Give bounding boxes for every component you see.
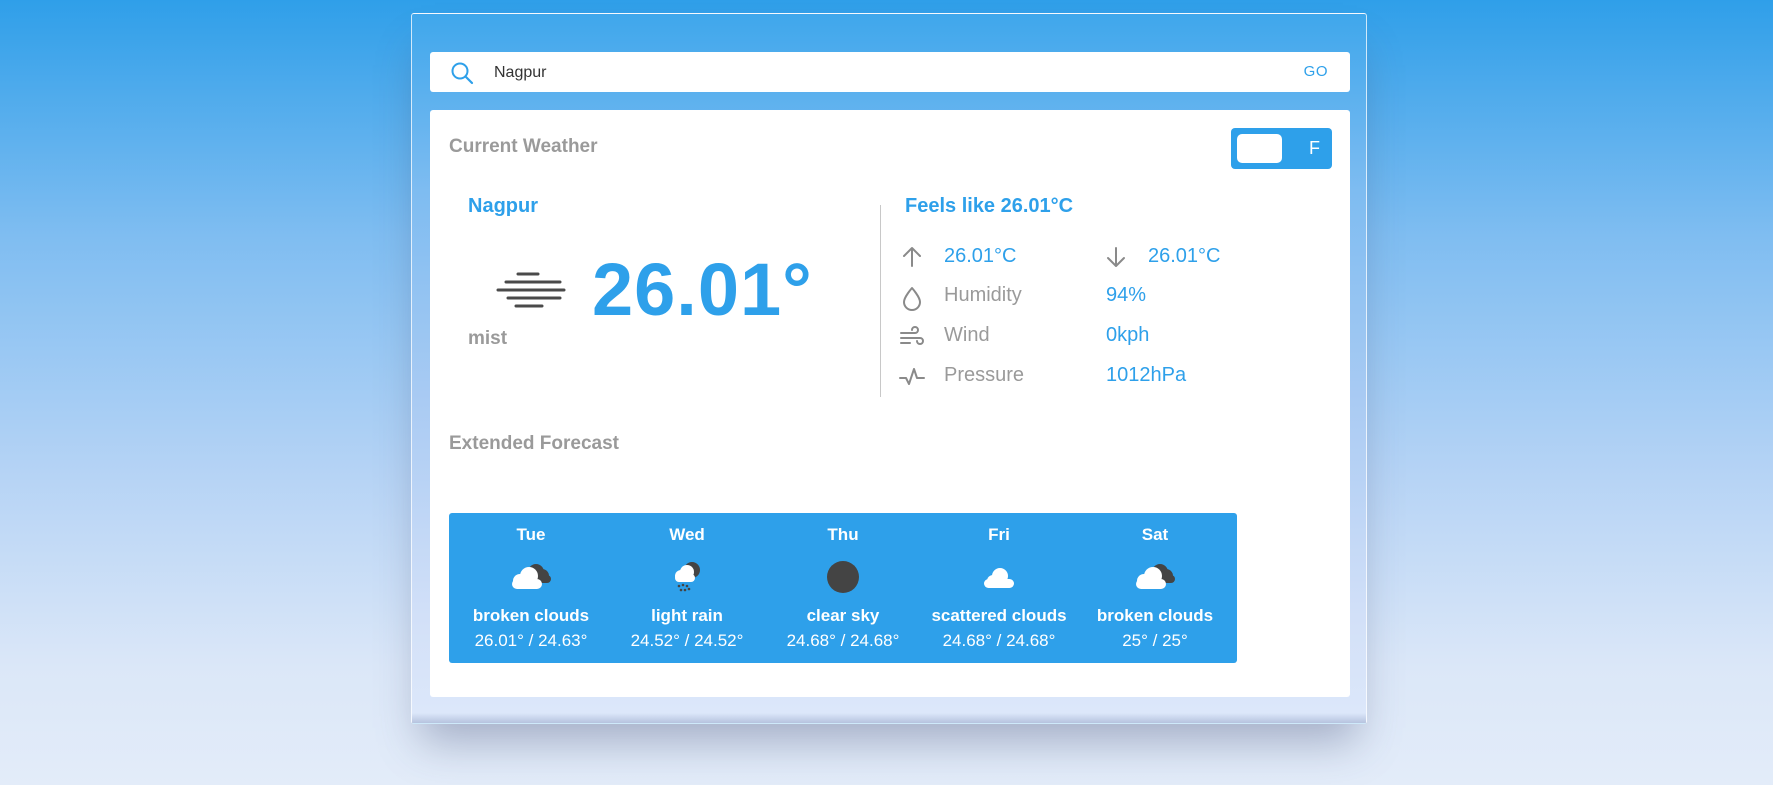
arrow-up-icon [903,247,921,267]
go-button[interactable]: GO [1298,62,1334,81]
forecast-description: broken clouds [1096,606,1214,625]
forecast-temp-range: 24.52° / 24.52° [630,631,744,650]
scattered-clouds-icon [984,568,1014,588]
pressure-label: Pressure [944,364,1025,386]
weather-description: mist [468,328,508,349]
light-rain-icon [675,562,700,592]
current-temperature: 26.01° [592,248,813,331]
forecast-description: clear sky [806,606,880,625]
temp-max-value: 26.01°C [944,245,1017,267]
forecast-day: Thu [827,525,859,544]
broken-clouds-icon [512,564,551,589]
forecast-day: Sat [1141,525,1169,544]
forecast-day: Wed [669,525,705,544]
unit-toggle[interactable]: F [1231,128,1332,169]
forecast-card: Sat broken clouds 25° / 25° [1073,513,1237,663]
forecast-card: Tue broken clouds 26.01° / 24.63° [449,513,613,663]
wind-icon [900,326,924,345]
forecast-card: Thu clear sky 24.68° / 24.68° [761,513,925,663]
forecast-card: Wed light rain 24.52° / 24.52° [605,513,769,663]
forecast-temp-range: 25° / 25° [1122,631,1188,650]
pressure-pulse-icon [899,368,925,385]
forecast-temp-range: 24.68° / 24.68° [942,631,1056,650]
mist-icon [496,272,566,308]
search-bar: GO [430,52,1350,92]
humidity-value: 94% [1106,284,1147,306]
wind-label: Wind [944,324,990,346]
broken-clouds-icon [1136,564,1175,589]
vertical-divider [880,205,881,397]
humidity-drop-icon [903,287,921,311]
clear-sky-icon [827,561,859,593]
forecast-day: Tue [516,525,546,544]
toggle-knob[interactable] [1237,134,1282,163]
weather-card: Current Weather F Nagpur 26.01° mist Fee… [430,110,1350,697]
weather-app-window: GO Current Weather F Nagpur 26.01° mist … [411,13,1367,724]
forecast-description: broken clouds [472,606,590,625]
city-search-input[interactable] [492,60,1256,86]
forecast-card: Fri scattered clouds 24.68° / 24.68° [917,513,1081,663]
forecast-description: scattered clouds [931,606,1067,625]
forecast-description: light rain [651,606,723,625]
unit-toggle-label: F [1309,138,1320,158]
search-icon[interactable] [450,61,474,85]
humidity-label: Humidity [944,284,1022,306]
wind-value: 0kph [1106,324,1150,346]
city-name: Nagpur [468,195,538,217]
current-weather-title: Current Weather [449,136,598,157]
pressure-value: 1012hPa [1106,364,1187,386]
forecast-day: Fri [988,525,1010,544]
feels-like: Feels like 26.01°C [905,195,1074,217]
forecast-temp-range: 26.01° / 24.63° [474,631,588,650]
temp-min-value: 26.01°C [1148,245,1221,267]
forecast-temp-range: 24.68° / 24.68° [786,631,900,650]
extended-forecast-title: Extended Forecast [449,433,619,454]
arrow-down-icon [1107,247,1125,267]
